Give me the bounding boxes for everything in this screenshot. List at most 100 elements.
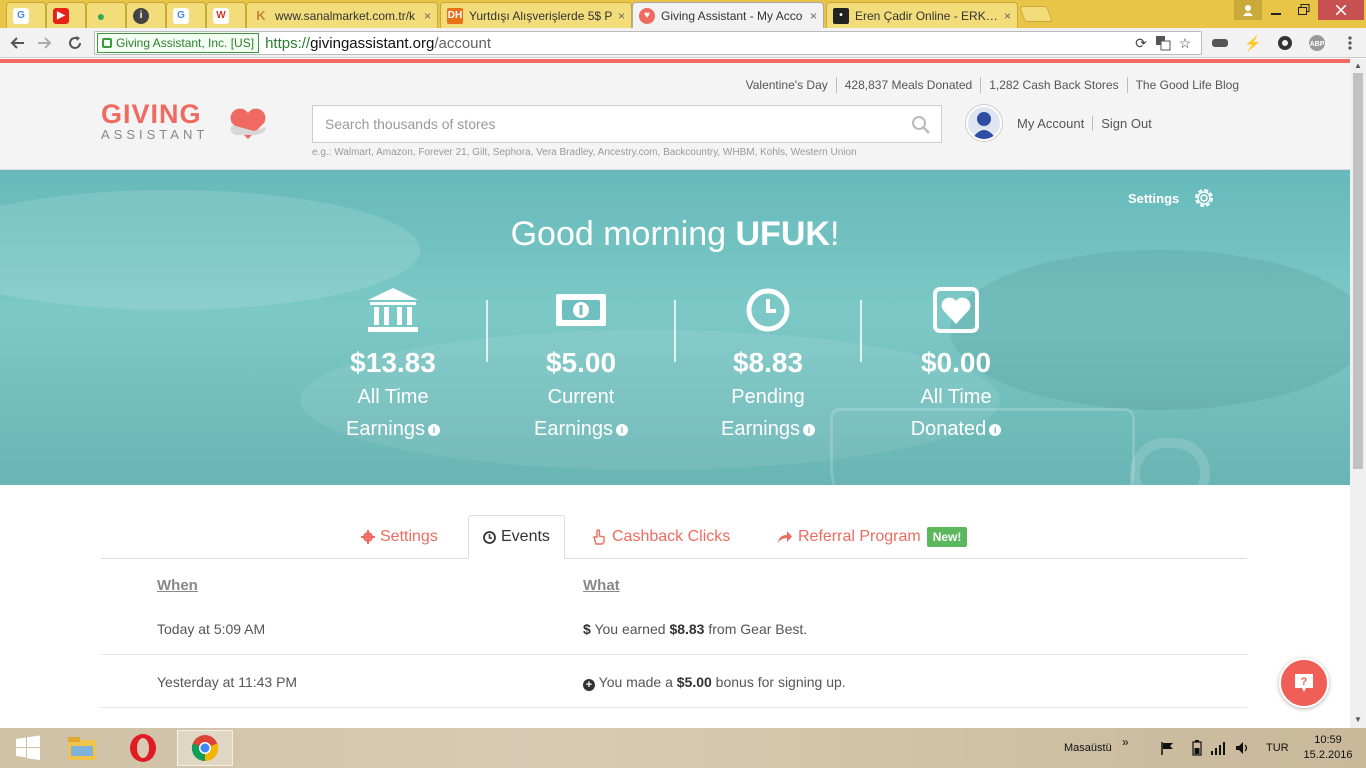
input-language[interactable]: TUR bbox=[1266, 728, 1289, 768]
help-bubble-icon: ? bbox=[1295, 674, 1313, 692]
info-icon[interactable]: i bbox=[802, 423, 815, 436]
tray-chevron-icon[interactable]: » bbox=[1122, 722, 1129, 762]
user-profile-icon[interactable] bbox=[1234, 0, 1262, 20]
chrome-menu-icon[interactable] bbox=[1340, 33, 1360, 53]
flag-icon[interactable] bbox=[1160, 728, 1174, 768]
browser-tab-eren[interactable]: • Eren Çadir Online - ERKEK × bbox=[826, 2, 1018, 28]
chrome-browser-icon[interactable] bbox=[177, 730, 233, 766]
window-close-icon[interactable] bbox=[1318, 0, 1364, 20]
page-scrollbar[interactable]: ▲ ▼ bbox=[1350, 59, 1366, 728]
opera-vpn-extension-icon[interactable] bbox=[1275, 33, 1295, 53]
browser-tab-wheat[interactable]: W bbox=[206, 2, 246, 28]
logo-heart-icon bbox=[230, 108, 266, 139]
giving-assistant-logo[interactable]: GIVING ASSISTANT bbox=[101, 101, 208, 142]
good-life-blog-link[interactable]: The Good Life Blog bbox=[1126, 77, 1247, 93]
browser-tab-strip: G ▶ ● i G W K www.sanalmarket.com.tr/k ×… bbox=[0, 0, 1366, 28]
ev-certificate-badge[interactable]: Giving Assistant, Inc. [US] bbox=[97, 33, 260, 53]
close-tab-icon[interactable]: × bbox=[618, 9, 625, 23]
browser-tab-youtube[interactable]: ▶ bbox=[46, 2, 86, 28]
forward-icon[interactable] bbox=[34, 32, 56, 54]
stat-all-time-donated: $0.00 All Time Donated i bbox=[881, 285, 1031, 443]
info-icon[interactable]: i bbox=[989, 423, 1002, 436]
event-when: Yesterday at 11:43 PM bbox=[157, 674, 298, 690]
url-text[interactable]: https://givingassistant.org/account bbox=[265, 35, 491, 52]
tab-settings[interactable]: Settings bbox=[361, 515, 438, 559]
account-tabs: Settings Events Cashback Clicks Referral… bbox=[101, 515, 1247, 559]
browser-tab-google[interactable]: G bbox=[6, 2, 46, 28]
close-tab-icon[interactable]: × bbox=[1004, 9, 1011, 23]
browser-tab-sanalmarket[interactable]: K www.sanalmarket.com.tr/k × bbox=[246, 2, 438, 28]
sign-out-link[interactable]: Sign Out bbox=[1092, 116, 1160, 131]
eren-icon: • bbox=[833, 7, 849, 24]
column-header-what[interactable]: What bbox=[583, 577, 620, 594]
stat-label: Current bbox=[547, 386, 615, 408]
my-account-link[interactable]: My Account bbox=[1017, 116, 1092, 131]
table-row: Today at 5:09 AM $ You earned $8.83 from… bbox=[101, 602, 1247, 655]
avatar[interactable] bbox=[966, 105, 1002, 141]
translate-icon[interactable] bbox=[1153, 33, 1173, 53]
lightning-extension-icon[interactable]: ⚡ bbox=[1243, 33, 1263, 53]
scrollbar-thumb[interactable] bbox=[1353, 73, 1363, 469]
opera-browser-icon[interactable] bbox=[115, 730, 171, 766]
windows-taskbar: Masaüstü » TUR 10:59 15.2.2016 bbox=[0, 728, 1366, 768]
youtube-icon: ▶ bbox=[53, 7, 69, 24]
windows-start-icon[interactable] bbox=[0, 730, 56, 766]
adblock-plus-icon[interactable]: ABP bbox=[1307, 33, 1327, 53]
tab-events-label: Events bbox=[501, 528, 550, 545]
browser-tab-google-2[interactable]: G bbox=[166, 2, 206, 28]
tab-referral-program[interactable]: Referral Program New! bbox=[777, 515, 968, 559]
new-tab-button[interactable] bbox=[1019, 6, 1053, 22]
minimize-icon[interactable] bbox=[1262, 0, 1290, 20]
back-icon[interactable] bbox=[6, 32, 28, 54]
browser-tab-dh[interactable]: DH Yurtdışı Alışverişlerde 5$ P × bbox=[440, 2, 632, 28]
share-arrow-icon bbox=[778, 531, 792, 543]
search-icon[interactable] bbox=[911, 115, 931, 135]
search-input[interactable] bbox=[313, 106, 893, 142]
tab-cashback-clicks[interactable]: Cashback Clicks bbox=[592, 515, 730, 559]
meals-donated-link[interactable]: 428,837 Meals Donated bbox=[835, 77, 980, 93]
valentines-day-link[interactable]: Valentine's Day bbox=[738, 77, 836, 93]
event-text: You earned bbox=[594, 621, 670, 637]
bookmark-star-icon[interactable]: ☆ bbox=[1175, 33, 1195, 53]
volume-icon[interactable] bbox=[1235, 728, 1251, 768]
info-icon[interactable]: i bbox=[427, 423, 440, 436]
cash-back-stores-link[interactable]: 1,282 Cash Back Stores bbox=[980, 77, 1126, 93]
gear-icon bbox=[361, 530, 375, 544]
background-cup-handle bbox=[1130, 438, 1210, 485]
column-header-when[interactable]: When bbox=[157, 577, 198, 594]
logo-line1: GIVING bbox=[101, 99, 202, 129]
tab-title: www.sanalmarket.com.tr/k bbox=[275, 8, 416, 23]
scroll-down-icon[interactable]: ▼ bbox=[1354, 715, 1362, 724]
network-signal-icon[interactable] bbox=[1210, 728, 1226, 768]
restore-icon[interactable] bbox=[1290, 0, 1318, 20]
desktop-toolbar-label[interactable]: Masaüstü bbox=[1064, 728, 1112, 768]
omnibox[interactable]: Giving Assistant, Inc. [US] https://givi… bbox=[94, 31, 1202, 55]
site-header: Valentine's Day 428,837 Meals Donated 1,… bbox=[0, 63, 1350, 170]
gamepad-extension-icon[interactable] bbox=[1210, 33, 1230, 53]
event-what: + You made a $5.00 bonus for signing up. bbox=[583, 674, 846, 691]
logo-line2: ASSISTANT bbox=[101, 127, 209, 142]
google-icon: G bbox=[173, 7, 189, 24]
refresh-extension-icon[interactable]: ⟳ bbox=[1131, 33, 1151, 53]
file-explorer-icon[interactable] bbox=[54, 730, 110, 766]
tab-referral-label: Referral Program bbox=[798, 528, 921, 545]
info-icon[interactable]: i bbox=[615, 423, 628, 436]
stat-amount: $8.83 bbox=[732, 347, 804, 378]
dh-icon: DH bbox=[447, 7, 463, 24]
close-tab-icon[interactable]: × bbox=[810, 9, 817, 23]
clock-date: 15.2.2016 bbox=[1303, 749, 1353, 761]
system-clock[interactable]: 10:59 15.2.2016 bbox=[1298, 733, 1358, 763]
reload-icon[interactable] bbox=[64, 32, 86, 54]
browser-tab-giving-assistant[interactable]: ♥ Giving Assistant - My Acco × bbox=[632, 2, 824, 28]
hero-settings-link[interactable]: Settings bbox=[1128, 185, 1217, 211]
browser-tab-info[interactable]: i bbox=[126, 2, 166, 28]
kangaroo-icon: K bbox=[256, 8, 266, 23]
browser-tab-drop[interactable]: ● bbox=[86, 2, 126, 28]
stat-current-earnings: $5.00 Current Earnings i bbox=[506, 285, 656, 443]
tab-cashback-label: Cashback Clicks bbox=[612, 528, 731, 545]
scroll-up-icon[interactable]: ▲ bbox=[1354, 61, 1362, 70]
close-tab-icon[interactable]: × bbox=[424, 9, 431, 23]
tab-events[interactable]: Events bbox=[468, 515, 565, 559]
battery-icon[interactable] bbox=[1192, 728, 1202, 768]
help-chat-button[interactable]: ? bbox=[1279, 658, 1329, 708]
